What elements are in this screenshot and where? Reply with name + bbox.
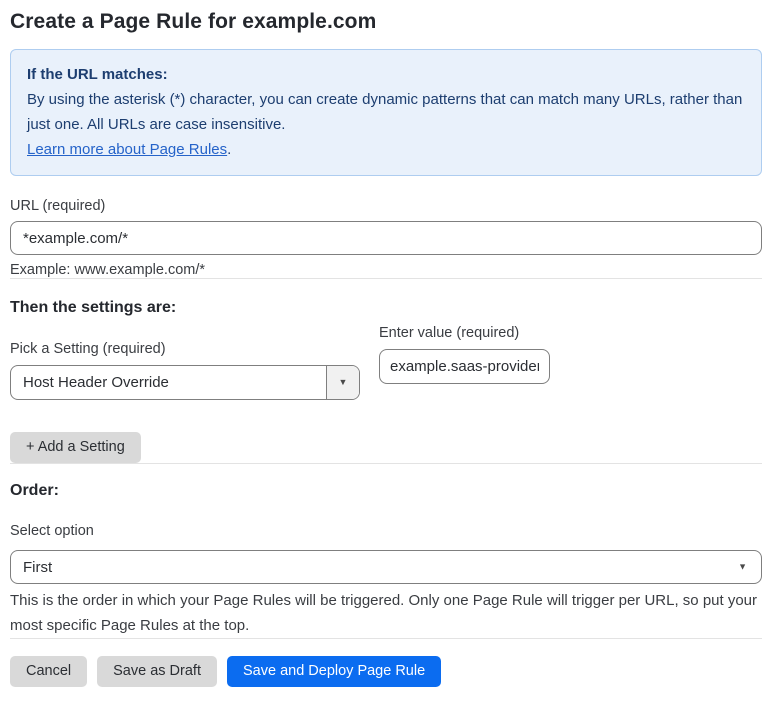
divider	[10, 278, 762, 279]
url-example-hint: Example: www.example.com/*	[10, 262, 206, 278]
order-select-value: First	[23, 558, 53, 576]
url-input[interactable]	[10, 221, 762, 255]
divider	[10, 638, 762, 639]
info-box-link-line: Learn more about Page Rules.	[27, 137, 745, 162]
learn-more-link[interactable]: Learn more about Page Rules	[27, 141, 227, 158]
setting-value-column: Enter value (required)	[379, 325, 550, 384]
page-title: Create a Page Rule for example.com	[10, 10, 377, 33]
chevron-down-icon: ▼	[338, 377, 348, 387]
order-section-heading: Order:	[10, 482, 59, 499]
order-select-label: Select option	[10, 523, 94, 539]
cancel-button[interactable]: Cancel	[10, 656, 88, 687]
divider	[10, 463, 762, 464]
setting-select-arrow-button[interactable]: ▼	[326, 366, 359, 399]
url-match-info-box: If the URL matches: By using the asteris…	[10, 49, 762, 176]
form-actions: Cancel Save as Draft Save and Deploy Pag…	[10, 656, 762, 687]
setting-picker-column: Pick a Setting (required) Host Header Ov…	[10, 318, 360, 400]
add-setting-button[interactable]: + Add a Setting	[10, 432, 141, 463]
setting-select-value: Host Header Override	[23, 374, 169, 391]
info-box-heading: If the URL matches:	[27, 66, 168, 83]
setting-value-input[interactable]	[379, 349, 550, 384]
save-deploy-button[interactable]: Save and Deploy Page Rule	[226, 656, 442, 687]
chevron-down-icon: ▼	[738, 561, 747, 572]
save-draft-button[interactable]: Save as Draft	[97, 656, 217, 687]
url-label: URL (required)	[10, 198, 106, 214]
page-rule-form: Create a Page Rule for example.com If th…	[0, 0, 772, 687]
order-help-text: This is the order in which your Page Rul…	[10, 592, 758, 634]
settings-section-heading: Then the settings are:	[10, 299, 177, 316]
link-period: .	[227, 141, 232, 158]
pick-setting-label: Pick a Setting (required)	[10, 341, 166, 357]
info-box-body: By using the asterisk (*) character, you…	[27, 91, 743, 133]
enter-value-label: Enter value (required)	[379, 325, 520, 341]
order-select[interactable]: First ▼	[10, 550, 762, 584]
settings-row: Pick a Setting (required) Host Header Ov…	[10, 318, 762, 400]
setting-select[interactable]: Host Header Override ▼	[10, 365, 360, 400]
